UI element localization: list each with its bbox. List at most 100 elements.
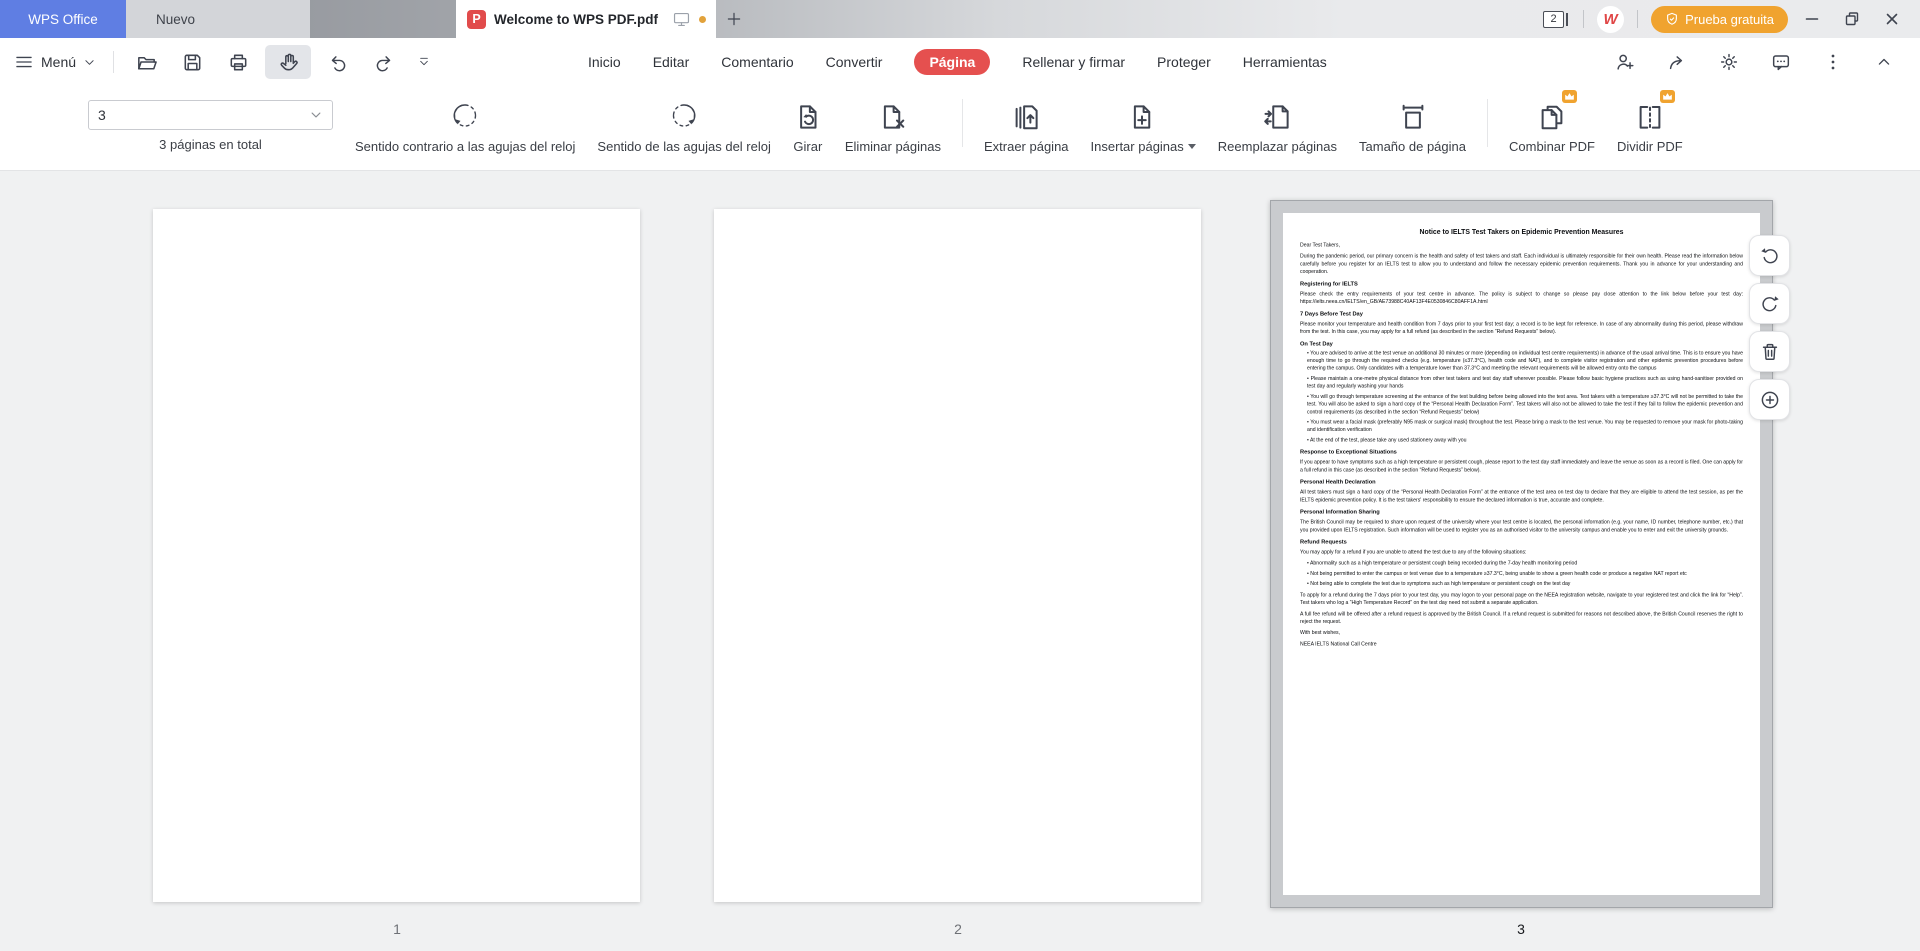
rotate-ccw-icon	[448, 95, 482, 132]
menu-label: Menú	[41, 54, 77, 70]
tab-wps-office[interactable]: WPS Office	[0, 0, 126, 38]
insert-pages-button[interactable]: Insertar páginas	[1091, 86, 1196, 154]
doc-bullet: You will go through temperature screenin…	[1307, 393, 1743, 416]
rotate-cw-button[interactable]: Sentido de las agujas del reloj	[597, 86, 771, 154]
pages-canvas: Notice to IELTS Test Takers on Epidemic …	[0, 171, 1920, 951]
split-pdf-icon	[1635, 90, 1675, 132]
page-number-value: 3	[98, 107, 106, 123]
tab-herramientas[interactable]: Herramientas	[1243, 54, 1327, 70]
doc-heading: 7 Days Before Test Day	[1300, 310, 1363, 317]
page-rotate-left-button[interactable]	[1749, 235, 1790, 276]
menu-button[interactable]: Menú	[14, 52, 104, 72]
doc-paragraph: A full fee refund will be offered after …	[1300, 611, 1743, 625]
folder-open-icon	[137, 56, 157, 69]
rotate-page-button[interactable]: Girar	[793, 86, 823, 154]
undo-button[interactable]	[319, 45, 357, 79]
restore-button[interactable]	[1836, 0, 1868, 38]
tab-editar[interactable]: Editar	[653, 54, 690, 70]
replace-pages-button[interactable]: Reemplazar páginas	[1218, 86, 1337, 154]
close-button[interactable]	[1876, 0, 1908, 38]
tab-rellenar-y-firmar[interactable]: Rellenar y firmar	[1022, 54, 1125, 70]
pages-total-label: 3 páginas en total	[159, 137, 262, 152]
tab-nuevo-label: Nuevo	[156, 11, 196, 27]
divider	[113, 51, 115, 73]
share-icon[interactable]	[1666, 51, 1688, 73]
page-thumbnail-2[interactable]	[714, 209, 1201, 902]
page-thumbnail-1[interactable]	[153, 209, 640, 902]
doc-paragraph: The British Council may be required to s…	[1300, 519, 1743, 533]
doc-heading: Personal Health Declaration	[1300, 479, 1376, 486]
premium-badge-icon	[1667, 12, 1678, 25]
wps-logo-icon[interactable]: W	[1597, 5, 1625, 33]
gear-icon[interactable]	[1718, 51, 1740, 73]
window-switcher-button[interactable]: 2	[1543, 10, 1569, 28]
quick-tools: Menú	[14, 38, 441, 86]
page-number-select[interactable]: 3	[88, 100, 333, 130]
main-toolbar: Menú Inicio Editar Comentario Convertir …	[0, 38, 1920, 86]
page-delete-button[interactable]	[1749, 331, 1790, 372]
page-thumbnail-3-selected[interactable]: Notice to IELTS Test Takers on Epidemic …	[1270, 200, 1773, 908]
page-insert-plus-button[interactable]	[1749, 379, 1790, 420]
page-selector-group: 3 3 páginas en total	[88, 86, 333, 152]
print-button[interactable]	[219, 45, 257, 79]
doc-paragraph: You may apply for a refund if you are un…	[1300, 549, 1527, 555]
doc-paragraph: To apply for a refund during the 7 days …	[1300, 592, 1743, 606]
window-count: 2	[1550, 13, 1557, 25]
tab-proteger[interactable]: Proteger	[1157, 54, 1211, 70]
tab-inicio[interactable]: Inicio	[588, 54, 621, 70]
comment-icon[interactable]	[1770, 51, 1792, 73]
rotate-ccw-button[interactable]: Sentido contrario a las agujas del reloj	[355, 86, 575, 154]
tab-comentario[interactable]: Comentario	[721, 54, 793, 70]
split-pdf-button[interactable]: Dividir PDF	[1617, 86, 1683, 154]
doc-heading: Refund Requests	[1300, 538, 1347, 545]
printer-icon	[230, 54, 246, 70]
add-user-icon[interactable]	[1614, 51, 1636, 73]
tab-nuevo[interactable]: Nuevo	[126, 0, 310, 38]
titlebar-right-controls: 2 W Prueba gratuita	[1543, 0, 1920, 38]
hand-icon	[280, 53, 298, 70]
collapse-ribbon-icon[interactable]	[1874, 52, 1894, 72]
tab-convertir[interactable]: Convertir	[826, 54, 883, 70]
free-trial-button[interactable]: Prueba gratuita	[1651, 5, 1788, 33]
divider	[1637, 10, 1639, 28]
doc-heading: Personal Information Sharing	[1300, 509, 1380, 516]
combine-pdf-icon	[1537, 90, 1577, 132]
open-file-button[interactable]	[127, 45, 165, 79]
document-title: Notice to IELTS Test Takers on Epidemic …	[1419, 228, 1624, 236]
more-menu-icon[interactable]	[1822, 51, 1844, 73]
monitor-icon	[672, 10, 691, 29]
new-tab-button[interactable]	[716, 0, 752, 38]
doc-paragraph: All test takers must sign a hard copy of…	[1300, 489, 1743, 503]
unsaved-indicator-icon	[699, 15, 706, 23]
page-3-paper: Notice to IELTS Test Takers on Epidemic …	[1283, 213, 1760, 895]
insert-pages-icon	[1128, 95, 1158, 132]
doc-bullet: Not being permitted to enter the campus …	[1307, 570, 1743, 578]
extract-page-button[interactable]: Extraer página	[984, 86, 1069, 154]
minimize-button[interactable]	[1796, 0, 1828, 38]
page-number-2: 2	[954, 921, 962, 937]
window-tab-bar: WPS Office Nuevo P Welcome to WPS PDF.pd…	[0, 0, 1920, 38]
pdf-file-icon: P	[467, 9, 486, 29]
extract-page-icon	[1011, 95, 1041, 132]
combine-pdf-button[interactable]: Combinar PDF	[1509, 86, 1595, 154]
chevron-down-icon	[85, 59, 94, 65]
redo-button[interactable]	[365, 45, 403, 79]
rotate-page-icon	[793, 95, 823, 132]
doc-paragraph: NEEA IELTS National Call Centre	[1300, 641, 1377, 647]
document-tab-title: Welcome to WPS PDF.pdf	[494, 11, 659, 27]
divider	[961, 99, 963, 147]
hand-tool-button[interactable]	[265, 45, 312, 79]
premium-crown-badge-icon	[1659, 90, 1675, 103]
doc-bullet: Abnormality such as a high temperature o…	[1307, 560, 1743, 568]
rotate-left-icon	[1760, 247, 1778, 263]
doc-heading: Registering for IELTS	[1300, 280, 1358, 287]
tab-document[interactable]: P Welcome to WPS PDF.pdf	[456, 0, 716, 38]
doc-heading: Response to Exceptional Situations	[1300, 449, 1397, 456]
delete-pages-button[interactable]: Eliminar páginas	[845, 86, 941, 154]
tab-pagina[interactable]: Página	[914, 49, 991, 75]
ribbon-tabs: Inicio Editar Comentario Convertir Págin…	[588, 38, 1327, 86]
page-rotate-right-button[interactable]	[1749, 283, 1790, 324]
more-tools-button[interactable]	[411, 45, 437, 79]
page-size-button[interactable]: Tamaño de página	[1359, 86, 1466, 154]
save-button[interactable]	[173, 45, 211, 79]
